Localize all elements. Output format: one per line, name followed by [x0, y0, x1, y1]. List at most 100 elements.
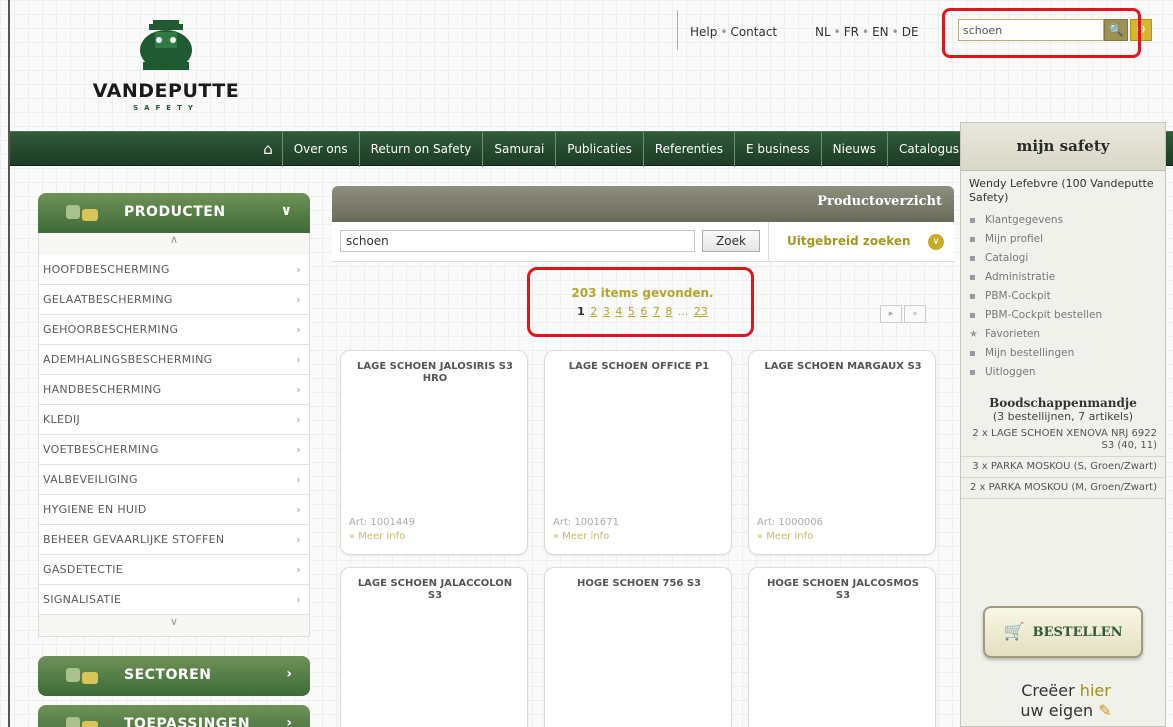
- category-beheer-gevaarlijke-stoffen[interactable]: BEHEER GEVAARLIJKE STOFFEN ›: [39, 525, 309, 555]
- top-divider: [677, 10, 678, 50]
- menu-catalogi[interactable]: ▪ Catalogi: [969, 249, 1157, 268]
- menu-mijn-profiel[interactable]: ▪ Mijn profiel: [969, 230, 1157, 249]
- product-card[interactable]: HOGE SCHOEN JALCOSMOS S3: [748, 567, 936, 727]
- top-links: Help • Contact: [690, 25, 777, 39]
- product-title: LAGE SCHOEN JALACCOLON S3: [357, 578, 513, 601]
- cockpit-icon: ▪: [969, 291, 976, 302]
- menu-label: Catalogi: [985, 252, 1029, 264]
- chevron-right-icon: ›: [296, 503, 301, 516]
- lang-en[interactable]: EN: [872, 25, 889, 39]
- chevron-down-icon[interactable]: ∨: [38, 615, 310, 637]
- product-title: LAGE SCHOEN MARGAUX S3: [764, 361, 922, 372]
- category-label: HYGIENE EN HUID: [43, 503, 147, 516]
- menu-favorieten[interactable]: ★ Favorieten: [969, 325, 1157, 344]
- nav-samurai[interactable]: Samurai: [482, 132, 555, 167]
- category-hygiene-en-huid[interactable]: HYGIENE EN HUID ›: [39, 495, 309, 525]
- nav-catalogus[interactable]: Catalogus: [887, 132, 970, 167]
- lang-nl[interactable]: NL: [815, 25, 831, 39]
- lang-fr[interactable]: FR: [844, 25, 859, 39]
- category-label: BEHEER GEVAARLIJKE STOFFEN: [43, 533, 225, 546]
- chevron-right-icon: ›: [296, 353, 301, 366]
- last-page-icon[interactable]: »: [904, 305, 926, 323]
- menu-pbm-cockpit[interactable]: ▪ PBM-Cockpit: [969, 287, 1157, 306]
- nav-over-ons[interactable]: Over ons: [281, 132, 359, 167]
- annotation-highlight-search: [942, 8, 1141, 58]
- menu-klantgegevens[interactable]: ▪ Klantgegevens: [969, 211, 1157, 230]
- sectoren-header[interactable]: SECTOREN ›: [38, 656, 310, 696]
- more-info-link[interactable]: » Meer info: [553, 531, 609, 542]
- product-card[interactable]: HOGE SCHOEN 756 S3: [544, 567, 732, 727]
- order-label: BESTELLEN: [1032, 624, 1123, 640]
- product-card[interactable]: LAGE SCHOEN JALACCOLON S3: [340, 567, 528, 727]
- nav-items: ⌂ Over ons Return on Safety Samurai Publ…: [254, 132, 970, 167]
- chevron-down-icon: ∨: [280, 203, 292, 219]
- category-signalisatie[interactable]: SIGNALISATIE ›: [39, 585, 309, 615]
- logo-samurai-icon: [140, 20, 192, 70]
- category-valbeveiliging[interactable]: VALBEVEILIGING ›: [39, 465, 309, 495]
- menu-uitloggen[interactable]: ▪ Uitloggen: [969, 363, 1157, 382]
- category-label: VOETBESCHERMING: [43, 443, 159, 456]
- menu-label: Mijn bestellingen: [985, 347, 1075, 359]
- document-icon: ▪: [969, 272, 976, 283]
- chevron-right-icon: ›: [296, 473, 301, 486]
- advanced-search-link[interactable]: Uitgebreid zoeken ∨: [768, 222, 954, 262]
- cart-icon: 🛒: [1003, 622, 1025, 642]
- menu-label: PBM-Cockpit: [985, 290, 1051, 302]
- account-menu: ▪ Klantgegevens ▪ Mijn profiel ▪ Catalogi ▪…: [961, 209, 1165, 384]
- nav-nieuws[interactable]: Nieuws: [820, 132, 887, 167]
- more-info-link[interactable]: » Meer info: [757, 531, 813, 542]
- toepassingen-header[interactable]: TOEPASSINGEN ›: [38, 705, 310, 727]
- brand-logo[interactable]: VANDEPUTTE SAFETY: [80, 18, 280, 118]
- product-search-input[interactable]: [340, 230, 695, 252]
- help-link[interactable]: Help: [690, 25, 717, 39]
- producten-icon: [66, 205, 98, 221]
- category-label: HOOFDBESCHERMING: [43, 263, 170, 276]
- chevron-up-icon[interactable]: ∧: [38, 233, 310, 255]
- nav-publicaties[interactable]: Publicaties: [555, 132, 643, 167]
- chevron-right-icon: ›: [286, 666, 292, 682]
- separator: •: [891, 25, 899, 39]
- product-card[interactable]: LAGE SCHOEN OFFICE P1 Art: 1001671 » Mee…: [544, 350, 732, 555]
- category-label: GELAATBESCHERMING: [43, 293, 173, 306]
- category-hoofdbescherming[interactable]: HOOFDBESCHERMING ›: [39, 255, 309, 285]
- nav-e-business[interactable]: E business: [733, 132, 821, 167]
- menu-label: Uitloggen: [985, 366, 1036, 378]
- category-ademhalingsbescherming[interactable]: ADEMHALINGSBESCHERMING ›: [39, 345, 309, 375]
- language-switcher: NL • FR • EN • DE: [815, 25, 919, 39]
- cart-line[interactable]: 2 x LAGE SCHOEN XENOVA NRJ 6922 S3 (40, …: [961, 424, 1165, 457]
- category-gehoorbescherming[interactable]: GEHOORBESCHERMING ›: [39, 315, 309, 345]
- lang-de[interactable]: DE: [902, 25, 919, 39]
- menu-mijn-bestellingen[interactable]: ▪ Mijn bestellingen: [969, 344, 1157, 363]
- more-info-link[interactable]: » Meer info: [349, 531, 405, 542]
- nav-return-on-safety[interactable]: Return on Safety: [358, 132, 483, 167]
- producten-header[interactable]: PRODUCTEN ∨: [38, 193, 310, 233]
- contact-link[interactable]: Contact: [730, 25, 777, 39]
- product-card[interactable]: LAGE SCHOEN JALOSIRIS S3 HRO Art: 100144…: [340, 350, 528, 555]
- product-article: Art: 1001671: [553, 517, 619, 528]
- category-gelaatbescherming[interactable]: GELAATBESCHERMING ›: [39, 285, 309, 315]
- category-voetbescherming[interactable]: VOETBESCHERMING ›: [39, 435, 309, 465]
- cart-line[interactable]: 3 x PARKA MOSKOU (S, Groen/Zwart): [961, 457, 1165, 478]
- next-page-icon[interactable]: ▸: [880, 305, 902, 323]
- nav-referenties[interactable]: Referenties: [642, 132, 734, 167]
- category-panel: PRODUCTEN ∨ ∧ HOOFDBESCHERMING › GELAATBE…: [38, 193, 310, 727]
- product-title: LAGE SCHOEN OFFICE P1: [568, 361, 710, 372]
- order-button[interactable]: 🛒 BESTELLEN: [983, 606, 1143, 658]
- category-list: HOOFDBESCHERMING › GELAATBESCHERMING › GEH…: [38, 255, 310, 615]
- create-own-link[interactable]: Creëer hier uw eigen ✎: [991, 681, 1141, 721]
- zoek-button[interactable]: Zoek: [702, 230, 760, 252]
- category-gasdetectie[interactable]: GASDETECTIE ›: [39, 555, 309, 585]
- cart-line[interactable]: 2 x PARKA MOSKOU (M, Groen/Zwart): [961, 478, 1165, 499]
- advanced-search-label: Uitgebreid zoeken: [787, 234, 911, 248]
- home-icon[interactable]: ⌂: [254, 132, 282, 167]
- chevron-right-icon: ›: [296, 563, 301, 576]
- chevron-right-icon: ›: [296, 443, 301, 456]
- catalog-icon: ▪: [969, 253, 976, 264]
- category-kledij[interactable]: KLEDIJ ›: [39, 405, 309, 435]
- overview-search-row: Zoek Uitgebreid zoeken ∨: [332, 222, 954, 262]
- menu-pbm-cockpit-bestellen[interactable]: ▪ PBM-Cockpit bestellen: [969, 306, 1157, 325]
- category-handbescherming[interactable]: HANDBESCHERMING ›: [39, 375, 309, 405]
- product-card[interactable]: LAGE SCHOEN MARGAUX S3 Art: 1000006 » Me…: [748, 350, 936, 555]
- cart-summary: (3 bestellijnen, 7 artikels): [992, 410, 1134, 423]
- menu-administratie[interactable]: ▪ Administratie: [969, 268, 1157, 287]
